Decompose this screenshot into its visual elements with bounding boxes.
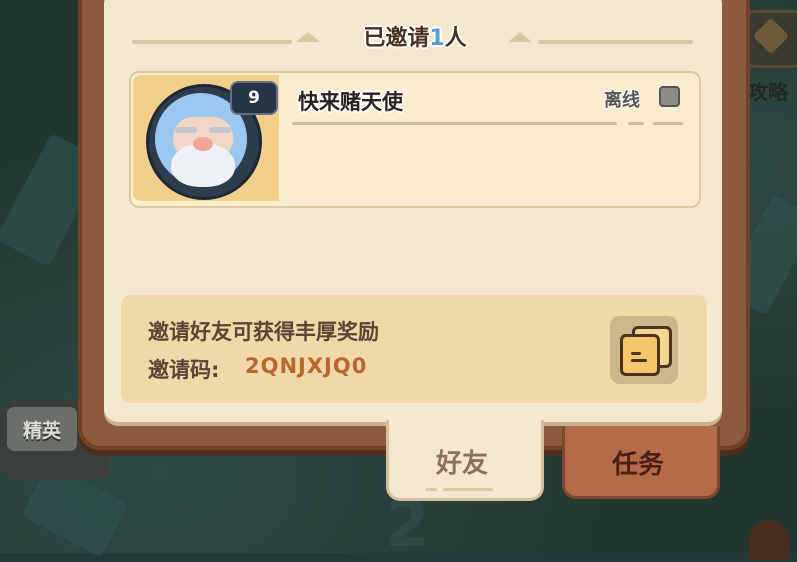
level-badge: 9 — [230, 81, 278, 115]
copy-icon-line — [631, 359, 647, 362]
avatar-nose — [193, 137, 213, 151]
status-indicator-icon — [659, 86, 680, 107]
guide-icon — [752, 17, 790, 55]
header-ornament-left — [296, 32, 320, 42]
copy-icon — [620, 334, 660, 376]
friend-name: 快来赌天使 — [298, 90, 403, 114]
name-underline — [628, 122, 644, 125]
name-underline — [292, 122, 617, 125]
tab-tasks-label: 任务 — [611, 450, 664, 480]
invited-count-title: 已邀请1人 — [363, 26, 467, 51]
invite-description: 邀请好友可获得丰厚奖励 — [148, 320, 379, 344]
header-ornament-right — [508, 32, 532, 42]
guide-button[interactable] — [745, 10, 797, 68]
invite-code-label: 邀请码: — [148, 358, 220, 382]
header-divider-left — [132, 40, 292, 44]
elite-tag: 精英 — [4, 404, 80, 454]
copy-code-button[interactable] — [610, 316, 678, 384]
invite-code: 2QNJXJQ0 — [245, 354, 368, 378]
bg-character — [749, 520, 789, 560]
name-underline — [653, 122, 683, 125]
avatar-brow — [209, 127, 231, 133]
status-label: 离线 — [604, 90, 640, 111]
guide-label: 攻略 — [748, 80, 788, 104]
tab-underline — [443, 488, 493, 491]
tab-friends-label: 好友 — [435, 449, 488, 479]
avatar-brow — [175, 127, 197, 133]
tab-underline — [425, 488, 437, 491]
header-divider-right — [538, 40, 693, 44]
copy-icon-line — [631, 352, 641, 355]
